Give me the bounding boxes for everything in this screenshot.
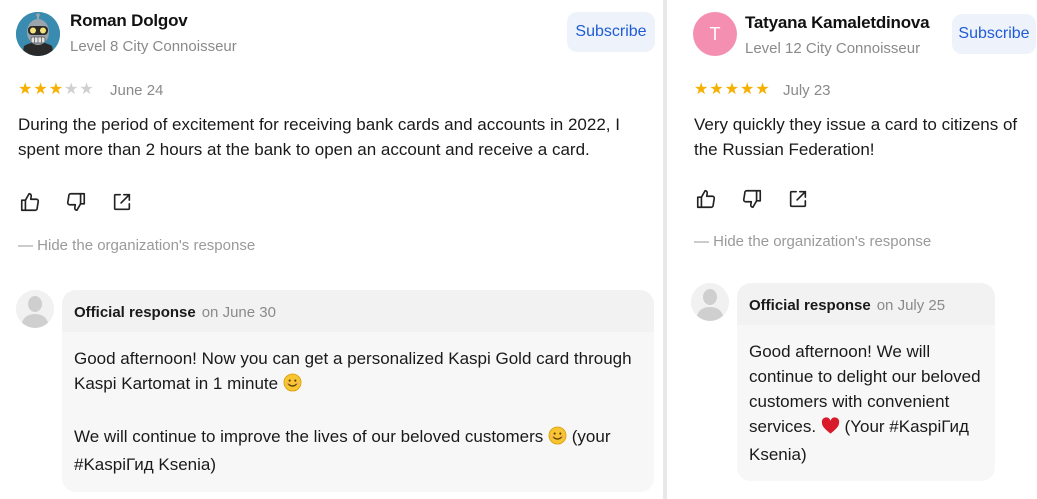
- hide-response-link[interactable]: — Hide the organization's response: [18, 237, 255, 254]
- response-body: Good afternoon! Now you can get a person…: [62, 332, 654, 492]
- thumbs-down-icon[interactable]: [64, 190, 88, 214]
- reviews-page: Roman Dolgov Level 8 City Connoisseur Su…: [0, 0, 1037, 499]
- official-response: Official response on July 25 Good afterno…: [737, 283, 995, 481]
- share-icon[interactable]: [786, 187, 810, 211]
- smile-emoji-icon: [548, 426, 567, 452]
- star-filled-icon: ★: [694, 81, 709, 98]
- response-label: Official response: [74, 304, 196, 321]
- official-response: Official response on June 30 Good afterno…: [62, 290, 654, 492]
- reviewer-avatar[interactable]: T: [693, 12, 737, 56]
- response-paragraph: Good afternoon! We will continue to deli…: [749, 342, 981, 464]
- smile-emoji-icon: [283, 373, 302, 399]
- star-filled-icon: ★: [33, 81, 48, 98]
- review-text: During the period of excitement for rece…: [18, 115, 620, 159]
- star-filled-icon: ★: [755, 81, 770, 98]
- reviewer-name[interactable]: Roman Dolgov: [70, 11, 188, 31]
- star-filled-icon: ★: [48, 81, 64, 98]
- thumbs-up-icon[interactable]: [18, 190, 42, 214]
- rating-stars: ★ ★ ★ ★ ★: [694, 82, 770, 98]
- response-paragraph: We will continue to improve the lives of…: [74, 426, 611, 474]
- organization-avatar-icon: [16, 290, 54, 328]
- response-header: Official response on June 30: [74, 304, 276, 321]
- star-filled-icon: ★: [18, 81, 33, 98]
- subscribe-button[interactable]: Subscribe: [567, 12, 655, 52]
- response-paragraph: Good afternoon! Now you can get a person…: [74, 346, 642, 399]
- thumbs-down-icon[interactable]: [740, 187, 764, 211]
- star-empty-icon: ★: [79, 81, 94, 98]
- review-actions: [694, 187, 810, 211]
- review-text: Very quickly they issue a card to citize…: [694, 115, 1018, 159]
- review-card-tatyana: T Tatyana Kamaletdinova Level 12 City Co…: [667, 0, 1037, 499]
- reviewer-level: Level 12 City Connoisseur: [745, 40, 921, 57]
- reviewer-level: Level 8 City Connoisseur: [70, 38, 237, 55]
- robot-avatar-icon[interactable]: [16, 12, 60, 56]
- star-empty-icon: ★: [64, 81, 79, 98]
- rating-stars: ★ ★ ★ ★ ★: [18, 82, 94, 98]
- response-date: on July 25: [876, 297, 946, 314]
- star-filled-icon: ★: [724, 81, 740, 98]
- review-date: July 23: [783, 82, 831, 99]
- subscribe-button[interactable]: Subscribe: [952, 14, 1036, 54]
- organization-avatar-icon: [691, 283, 729, 321]
- thumbs-up-icon[interactable]: [694, 187, 718, 211]
- response-header: Official response on July 25: [749, 297, 945, 314]
- star-filled-icon: ★: [709, 81, 724, 98]
- reviewer-name[interactable]: Tatyana Kamaletdinova: [745, 13, 930, 33]
- response-date: on June 30: [201, 304, 276, 321]
- review-date: June 24: [110, 82, 164, 99]
- heart-emoji-icon: [821, 417, 840, 442]
- share-icon[interactable]: [110, 190, 134, 214]
- star-filled-icon: ★: [740, 81, 755, 98]
- response-body: Good afternoon! We will continue to deli…: [737, 325, 995, 481]
- review-actions: [18, 190, 134, 214]
- hide-response-link[interactable]: — Hide the organization's response: [694, 233, 931, 250]
- review-card-roman: Roman Dolgov Level 8 City Connoisseur Su…: [0, 0, 663, 499]
- response-label: Official response: [749, 297, 871, 314]
